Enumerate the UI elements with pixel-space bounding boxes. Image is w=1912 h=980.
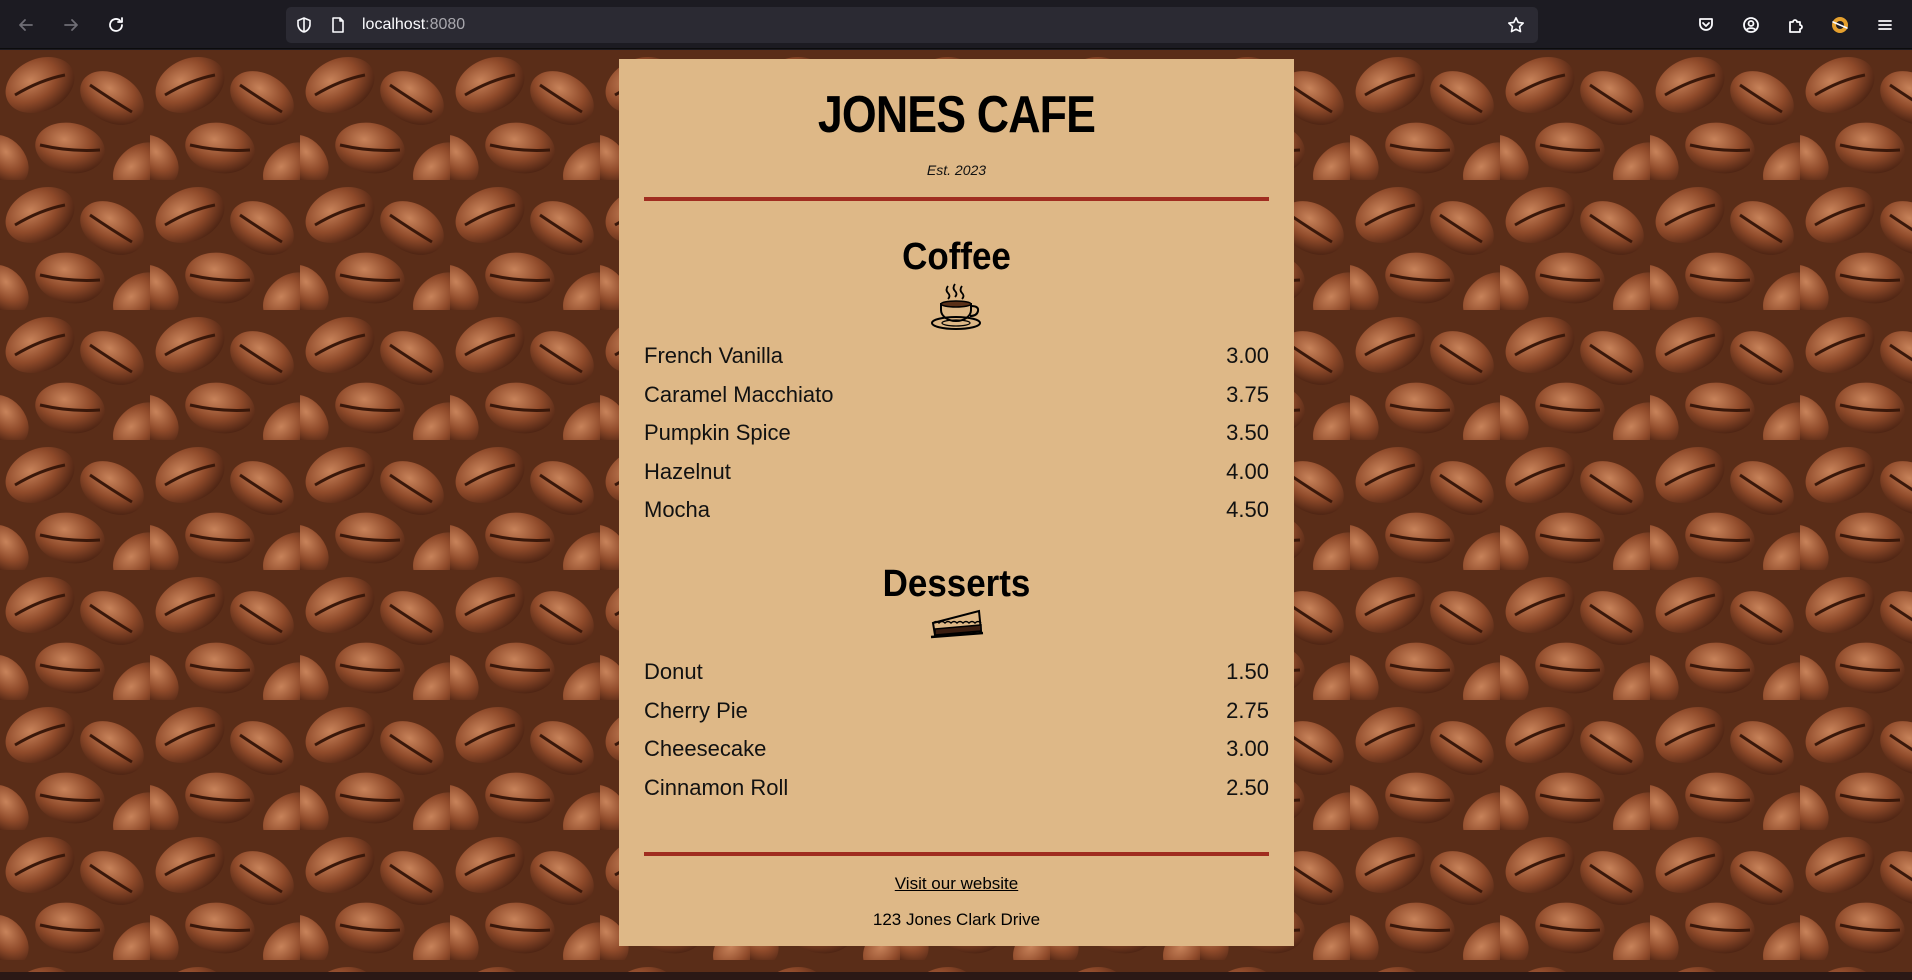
dessert-menu-item: Cinnamon Roll 2.50: [644, 769, 1269, 808]
item-price: 3.00: [1226, 343, 1269, 368]
item-price: 3.00: [1226, 736, 1269, 762]
address-text: 123 Jones Clark Drive: [872, 910, 1041, 930]
back-icon[interactable]: [10, 9, 42, 41]
cafe-title: JONES CAFE: [817, 86, 1096, 144]
desserts-list: Donut 1.50 Cherry Pie 2.75 Cheesecake 3.00 Cin…: [644, 653, 1269, 807]
visit-website-link[interactable]: Visit our website: [644, 874, 1269, 894]
menu-card: JONES CAFE Est. 2023 Coffee French Vanil…: [619, 59, 1294, 946]
dessert-menu-item: Cheesecake 3.00: [644, 730, 1269, 769]
coffee-menu-item: French Vanilla 3.00: [644, 337, 1269, 376]
coffee-list: French Vanilla 3.00 Caramel Macchiato 3.75 P…: [644, 337, 1269, 530]
url-port: :8080: [425, 16, 466, 33]
url-text[interactable]: localhost:8080: [362, 16, 465, 34]
desserts-heading: Desserts: [882, 562, 1031, 605]
item-name: Cherry Pie: [644, 697, 748, 723]
dessert-menu-item: Cherry Pie 2.75: [644, 692, 1269, 731]
item-name: Donut: [644, 658, 703, 684]
item-name: Cinnamon Roll: [644, 774, 789, 800]
coffee-menu-item: Hazelnut 4.00: [644, 453, 1269, 492]
coffee-menu-item: Caramel Macchiato 3.75: [644, 376, 1269, 415]
item-price: 4.50: [1226, 497, 1269, 523]
app-menu-icon[interactable]: [1869, 9, 1901, 41]
coffee-heading: Coffee: [902, 236, 1011, 278]
coffee-menu-item: Mocha 4.50: [644, 491, 1269, 530]
extension-avatar-icon[interactable]: [1824, 9, 1856, 41]
item-name: Pumpkin Spice: [644, 420, 791, 446]
address-bar[interactable]: localhost:8080: [286, 7, 1538, 43]
browser-toolbar: localhost:8080: [0, 0, 1912, 49]
reload-icon[interactable]: [100, 9, 132, 41]
item-name: Mocha: [644, 497, 711, 523]
extensions-icon[interactable]: [1779, 9, 1811, 41]
item-price: 2.50: [1226, 774, 1269, 800]
item-price: 4.00: [1226, 458, 1269, 484]
coffee-section: Coffee French Vanilla 3.00 Caramel Macchia…: [644, 235, 1269, 530]
established-text: Est. 2023: [926, 162, 987, 178]
top-divider: [644, 197, 1269, 201]
item-price: 2.75: [1226, 697, 1269, 723]
item-price: 3.50: [1226, 420, 1269, 446]
pie-slice-icon: [930, 609, 983, 639]
item-price: 1.50: [1226, 658, 1269, 684]
bookmark-star-icon[interactable]: [1507, 16, 1525, 34]
page-icon[interactable]: [329, 16, 347, 34]
coffee-menu-item: Pumpkin Spice 3.50: [644, 414, 1269, 453]
item-name: Hazelnut: [644, 458, 731, 484]
bottom-divider: [644, 852, 1269, 857]
url-host: localhost: [362, 16, 426, 33]
item-name: Caramel Macchiato: [644, 381, 834, 407]
forward-icon[interactable]: [55, 9, 87, 41]
pocket-icon[interactable]: [1690, 9, 1722, 41]
coffee-cup-icon: [930, 283, 981, 330]
item-price: 3.75: [1226, 381, 1269, 407]
item-name: Cheesecake: [644, 736, 767, 762]
desserts-section: Desserts Donut 1.50 Cherry Pie 2.75 Cheeseca…: [644, 562, 1269, 807]
bottom-taskbar-strip: [0, 972, 1912, 980]
shield-icon[interactable]: [295, 16, 313, 34]
dessert-menu-item: Donut 1.50: [644, 653, 1269, 692]
page-viewport: JONES CAFE Est. 2023 Coffee French Vanil…: [0, 50, 1912, 980]
item-name: French Vanilla: [644, 343, 783, 368]
account-icon[interactable]: [1735, 9, 1767, 41]
